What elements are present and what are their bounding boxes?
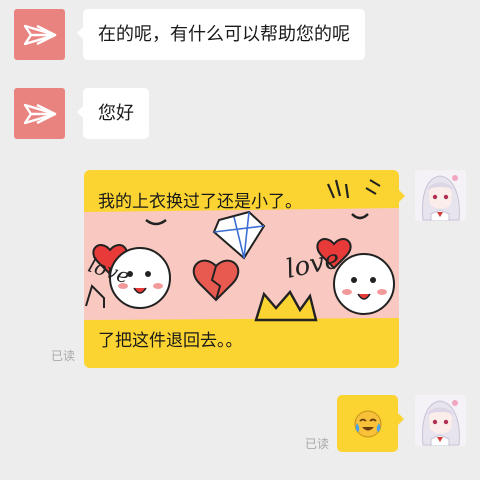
message-text: 您好 (98, 102, 134, 124)
contact-avatar[interactable] (14, 9, 65, 60)
message-bubble-outgoing[interactable] (337, 395, 404, 452)
anime-girl-avatar (415, 170, 466, 221)
anime-girl-avatar (415, 395, 466, 446)
user-avatar[interactable] (415, 170, 466, 221)
message-bubble-outgoing[interactable]: love love 我的上衣换过了还是小了。 了把这件退回去。。 (84, 170, 405, 368)
read-receipt: 已读 (51, 349, 76, 363)
paper-plane-icon (23, 24, 56, 45)
message-text: 我的上衣换过了还是小了。 (98, 192, 302, 212)
paper-plane-icon (23, 103, 56, 124)
read-receipt: 已读 (305, 437, 330, 451)
contact-avatar[interactable] (14, 88, 65, 139)
message-bubble-incoming[interactable]: 您好 (77, 88, 149, 139)
crying-laughing-emoji (354, 410, 381, 437)
message-text: 在的呢，有什么可以帮助您的呢 (98, 23, 350, 45)
user-avatar[interactable] (415, 395, 466, 446)
message-text: 了把这件退回去。。 (98, 331, 243, 351)
message-bubble-incoming[interactable]: 在的呢，有什么可以帮助您的呢 (77, 9, 365, 60)
